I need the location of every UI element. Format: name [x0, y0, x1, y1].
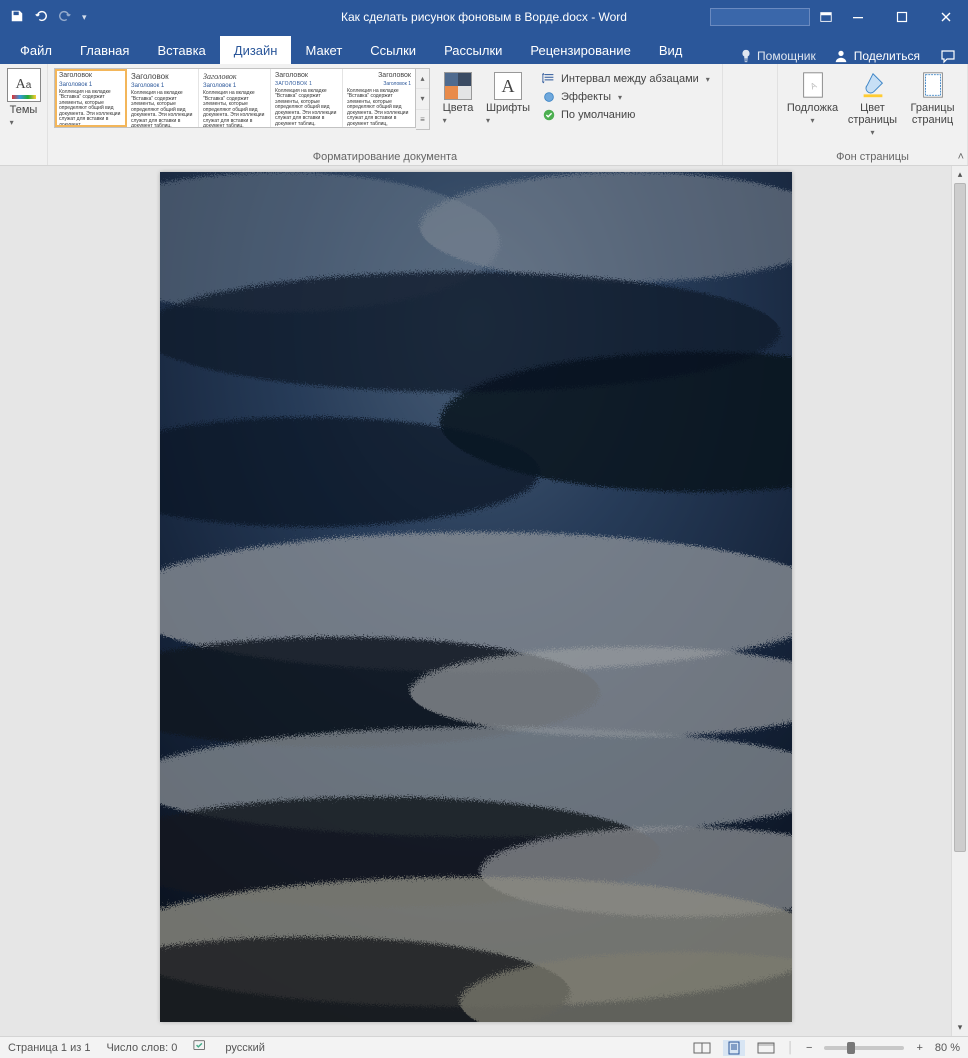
group-page-background-label: Фон страницы [836, 149, 909, 163]
collapse-ribbon-icon[interactable]: ˄ [958, 151, 964, 163]
colors-button[interactable]: Цвета▾ [436, 68, 480, 126]
status-separator: │ [787, 1042, 794, 1054]
tab-references[interactable]: Ссылки [356, 36, 430, 64]
group-page-background: A Подложка▾ Цвет страницы▾ Границы стран… [778, 64, 968, 165]
style-gallery-scroll: ▴ ▾ ≡ [416, 68, 430, 130]
title-bar: ▾ Как сделать рисунок фоновым в Ворде.do… [0, 0, 968, 34]
qat-more-icon[interactable]: ▾ [82, 12, 87, 23]
themes-icon: Aa [7, 68, 41, 102]
ribbon: Aa Темы▾ Заголовок Заголовок 1 Коллекция… [0, 64, 968, 166]
ribbon-display-options-icon[interactable] [816, 10, 836, 24]
watermark-icon: A [798, 70, 828, 100]
scroll-thumb[interactable] [954, 183, 966, 852]
view-print-layout-icon[interactable] [723, 1040, 745, 1056]
effects-button[interactable]: Эффекты▾ [542, 90, 710, 104]
group-document-formatting: Заголовок Заголовок 1 Коллекция на вклад… [48, 64, 723, 165]
themes-button[interactable]: Aa Темы▾ [5, 68, 43, 128]
fonts-icon: A [494, 72, 522, 100]
tab-home[interactable]: Главная [66, 36, 143, 64]
document-page [160, 172, 792, 1022]
save-icon[interactable] [10, 9, 24, 26]
set-default-label: По умолчанию [561, 109, 635, 121]
spellcheck-icon[interactable] [193, 1039, 209, 1056]
effects-label: Эффекты [561, 91, 611, 103]
zoom-level[interactable]: 80 % [935, 1042, 960, 1054]
close-button[interactable] [924, 0, 968, 34]
page-borders-icon [918, 70, 948, 100]
page-color-label: Цвет страницы [848, 102, 897, 126]
style-set-item[interactable]: Заголовок Заголовок 1 Коллекция на вклад… [127, 69, 199, 127]
zoom-in-button[interactable]: + [914, 1042, 924, 1054]
view-read-mode-icon[interactable] [691, 1040, 713, 1056]
document-canvas[interactable] [0, 166, 951, 1036]
status-bar: Страница 1 из 1 Число слов: 0 русский │ … [0, 1036, 968, 1058]
fonts-label: Шрифты▾ [486, 102, 530, 126]
view-web-layout-icon[interactable] [755, 1040, 777, 1056]
tab-mailings[interactable]: Рассылки [430, 36, 516, 64]
tab-design[interactable]: Дизайн [220, 36, 292, 64]
style-set-item[interactable]: Заголовок Заголовок 1 Коллекция на вклад… [55, 69, 127, 127]
style-set-item[interactable]: Заголовок Заголовок 1 Коллекция на вклад… [271, 69, 343, 127]
vertical-scrollbar[interactable]: ▴ ▾ [951, 166, 968, 1036]
paragraph-spacing-icon [542, 72, 556, 86]
page-color-icon [858, 70, 888, 100]
share-button[interactable]: Поделиться [834, 49, 920, 63]
group-doc-formatting-label: Форматирование документа [313, 149, 457, 163]
status-language[interactable]: русский [225, 1042, 264, 1054]
status-word-count[interactable]: Число слов: 0 [106, 1042, 177, 1054]
tell-me-label: Помощник [757, 49, 816, 63]
document-area: ▴ ▾ [0, 166, 968, 1036]
tell-me-help[interactable]: Помощник [739, 49, 816, 63]
colors-label: Цвета▾ [443, 102, 474, 126]
effects-icon [542, 90, 556, 104]
window-title: Как сделать рисунок фоновым в Ворде.docx… [341, 10, 627, 24]
tab-view[interactable]: Вид [645, 36, 697, 64]
watermark-button[interactable]: A Подложка▾ [785, 68, 841, 138]
redo-icon[interactable] [58, 9, 72, 26]
scroll-track[interactable] [952, 183, 968, 1019]
maximize-button[interactable] [880, 0, 924, 34]
scroll-down-icon[interactable]: ▾ [952, 1019, 968, 1036]
style-set-gallery: Заголовок Заголовок 1 Коллекция на вклад… [54, 68, 430, 130]
gallery-scroll-down-icon[interactable]: ▾ [416, 89, 429, 109]
set-default-button[interactable]: По умолчанию [542, 108, 710, 122]
tab-insert[interactable]: Вставка [143, 36, 219, 64]
group-themes: Aa Темы▾ [0, 64, 48, 165]
minimize-button[interactable] [836, 0, 880, 34]
gallery-scroll-up-icon[interactable]: ▴ [416, 69, 429, 89]
comments-icon[interactable] [938, 48, 958, 64]
themes-label: Темы▾ [10, 104, 38, 128]
gallery-expand-icon[interactable]: ≡ [416, 110, 429, 129]
scroll-up-icon[interactable]: ▴ [952, 166, 968, 183]
watermark-label: Подложка [787, 102, 838, 114]
set-default-icon [542, 108, 556, 122]
style-set-item[interactable]: Заголовок Заголовок 1 Коллекция на вклад… [199, 69, 271, 127]
paragraph-spacing-button[interactable]: Интервал между абзацами▾ [542, 72, 710, 86]
document-formatting-options: Интервал между абзацами▾ Эффекты▾ По умо… [536, 68, 716, 126]
zoom-slider[interactable] [824, 1046, 904, 1050]
style-set-item[interactable]: Заголовок Заголовок 1 Коллекция на вклад… [343, 69, 415, 127]
undo-icon[interactable] [34, 9, 48, 26]
tab-review[interactable]: Рецензирование [516, 36, 644, 64]
ribbon-tabs: Файл Главная Вставка Дизайн Макет Ссылки… [0, 34, 968, 64]
zoom-slider-thumb[interactable] [847, 1042, 855, 1054]
page-borders-label: Границы страниц [905, 102, 961, 126]
tab-layout[interactable]: Макет [291, 36, 356, 64]
account-name-box[interactable] [710, 8, 810, 26]
colors-icon [444, 72, 472, 100]
paragraph-spacing-label: Интервал между абзацами [561, 73, 699, 85]
tab-file[interactable]: Файл [6, 36, 66, 64]
fonts-button[interactable]: A Шрифты▾ [486, 68, 530, 126]
zoom-out-button[interactable]: − [804, 1042, 814, 1054]
share-label: Поделиться [854, 49, 920, 63]
page-color-button[interactable]: Цвет страницы▾ [845, 68, 901, 138]
window-controls [836, 0, 968, 34]
status-page[interactable]: Страница 1 из 1 [8, 1042, 90, 1054]
quick-access-toolbar: ▾ [0, 9, 87, 26]
page-borders-button[interactable]: Границы страниц [905, 68, 961, 138]
